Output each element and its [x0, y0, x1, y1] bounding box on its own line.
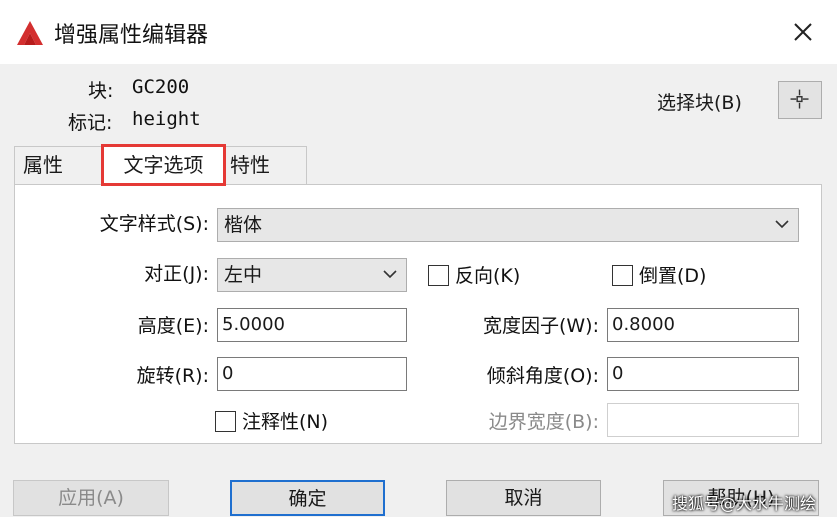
rotation-label: 旋转(R):: [136, 365, 209, 387]
tab-attribute[interactable]: 属性: [14, 146, 104, 184]
oblique-angle-label: 倾斜角度(O):: [486, 365, 599, 387]
window-title: 增强属性编辑器: [54, 23, 209, 48]
autocad-logo-icon: [17, 21, 43, 45]
justify-label: 对正(J):: [144, 263, 209, 285]
block-value: GC200: [132, 76, 190, 98]
text-style-value: 楷体: [224, 214, 263, 236]
tag-label: 标记:: [68, 112, 113, 134]
oblique-angle-input[interactable]: 0: [607, 357, 799, 391]
height-label: 高度(E):: [137, 315, 209, 337]
tab-properties[interactable]: 特性: [221, 146, 307, 184]
chevron-down-icon: [383, 270, 397, 279]
tab-text-options[interactable]: 文字选项: [101, 144, 226, 186]
block-label: 块:: [88, 80, 114, 102]
enhanced-attribute-editor-window: 增强属性编辑器 块: GC200 标记: height 选择块(B) 属性 特性…: [0, 0, 837, 517]
width-factor-input[interactable]: 0.8000: [607, 308, 799, 342]
apply-button: 应用(A): [13, 480, 169, 516]
annotative-checkbox[interactable]: [215, 411, 236, 432]
select-block-label: 选择块(B): [657, 92, 742, 114]
width-factor-label: 宽度因子(W):: [482, 315, 599, 337]
height-input[interactable]: 5.0000: [217, 308, 407, 342]
dialog-content: 块: GC200 标记: height 选择块(B) 属性 特性 文字样式(S)…: [0, 64, 837, 517]
backwards-checkbox[interactable]: [428, 265, 449, 286]
rotation-input[interactable]: 0: [217, 357, 407, 391]
title-bar: 增强属性编辑器: [0, 0, 837, 64]
ok-button[interactable]: 确定: [230, 480, 385, 516]
text-options-panel: 文字样式(S): 楷体 对正(J): 左中 反向(K) 倒置(D) 高度(E):…: [14, 184, 822, 444]
backwards-label: 反向(K): [455, 265, 521, 287]
annotative-label: 注释性(N): [242, 411, 329, 433]
select-block-button[interactable]: [778, 81, 822, 119]
justify-select[interactable]: 左中: [217, 258, 407, 292]
upside-down-checkbox[interactable]: [612, 265, 633, 286]
close-icon[interactable]: [785, 14, 821, 50]
text-style-select[interactable]: 楷体: [217, 208, 799, 242]
watermark: 搜狐号@大水牛测绘: [672, 494, 817, 513]
boundary-width-input: [607, 403, 799, 437]
text-style-label: 文字样式(S):: [99, 213, 209, 235]
chevron-down-icon: [775, 220, 789, 229]
tag-value: height: [132, 108, 201, 130]
boundary-width-label: 边界宽度(B):: [488, 411, 599, 433]
justify-value: 左中: [224, 264, 263, 286]
cancel-button[interactable]: 取消: [446, 480, 601, 516]
pick-point-icon: [790, 89, 809, 109]
upside-down-label: 倒置(D): [639, 265, 707, 287]
